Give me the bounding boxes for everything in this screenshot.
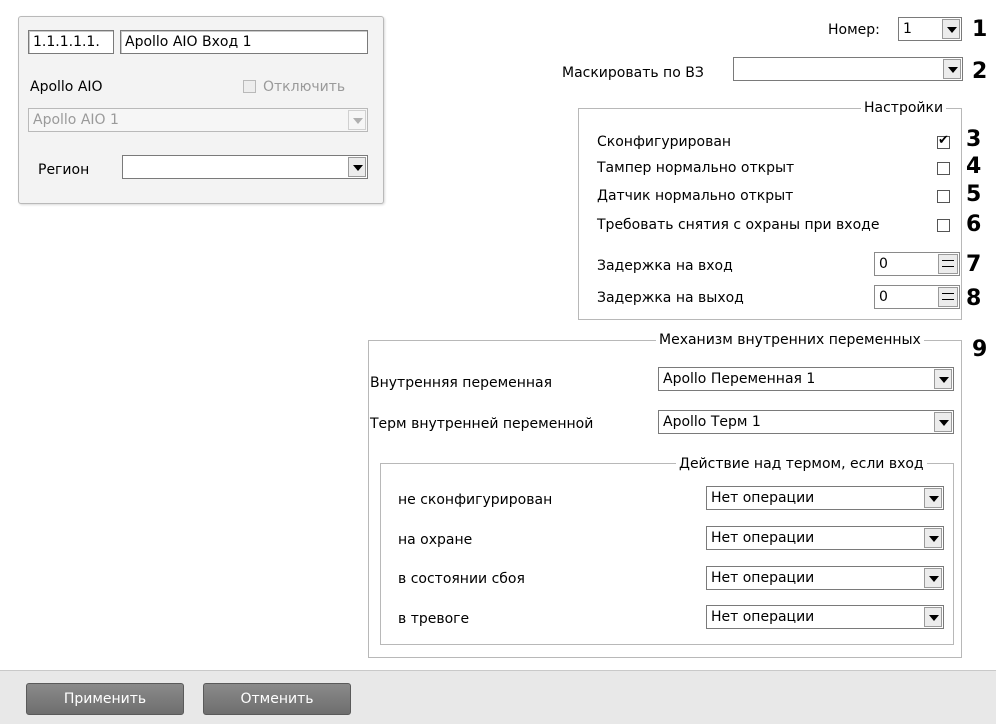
exit-delay-value: 0 bbox=[879, 289, 888, 305]
row-combo-not-configured[interactable]: Нет операции bbox=[706, 486, 944, 510]
variables-title: Механизм внутренних переменных bbox=[656, 331, 924, 349]
variable-combo[interactable]: Apollo Переменная 1 bbox=[658, 367, 954, 391]
parent-label: Apollo AIO bbox=[30, 79, 103, 95]
settings-title: Настройки bbox=[861, 99, 947, 117]
disable-label: Отключить bbox=[263, 79, 346, 95]
row-combo-value: Нет операции bbox=[711, 609, 815, 625]
callout-4: 4 bbox=[966, 154, 982, 179]
callout-8: 8 bbox=[966, 286, 982, 311]
action-title: Действие над термом, если вход bbox=[676, 455, 927, 473]
row-combo-failure[interactable]: Нет операции bbox=[706, 566, 944, 590]
configured-label: Сконфигурирован bbox=[597, 134, 732, 150]
row-combo-armed[interactable]: Нет операции bbox=[706, 526, 944, 550]
variable-label: Внутренняя переменная bbox=[370, 375, 553, 391]
chevron-down-icon[interactable] bbox=[924, 568, 942, 588]
chevron-down-icon[interactable] bbox=[943, 59, 961, 79]
chevron-down-icon[interactable] bbox=[924, 488, 942, 508]
chevron-down-icon[interactable] bbox=[348, 110, 366, 130]
object-name-field[interactable]: Apollo AIO Вход 1 bbox=[120, 30, 368, 54]
object-id-field[interactable]: 1.1.1.1.1. bbox=[28, 30, 114, 54]
cancel-button[interactable]: Отменить bbox=[203, 683, 351, 715]
number-combo[interactable]: 1 bbox=[898, 17, 962, 41]
region-combo[interactable] bbox=[122, 155, 368, 179]
callout-9: 9 bbox=[972, 337, 988, 362]
chevron-down-icon[interactable] bbox=[348, 157, 366, 177]
number-combo-value: 1 bbox=[903, 21, 912, 37]
callout-3: 3 bbox=[966, 127, 982, 152]
chevron-down-icon[interactable] bbox=[924, 528, 942, 548]
entry-delay-spinner[interactable]: 0 bbox=[874, 252, 960, 276]
exit-delay-spinner[interactable]: 0 bbox=[874, 285, 960, 309]
apply-button[interactable]: Применить bbox=[26, 683, 184, 715]
chevron-down-icon[interactable] bbox=[934, 412, 952, 432]
disable-checkbox[interactable] bbox=[243, 80, 256, 93]
term-combo[interactable]: Apollo Терм 1 bbox=[658, 410, 954, 434]
tamper-checkbox[interactable] bbox=[937, 162, 950, 175]
term-label: Терм внутренней переменной bbox=[370, 416, 594, 432]
chevron-down-icon[interactable] bbox=[924, 607, 942, 627]
sensor-label: Датчик нормально открыт bbox=[597, 188, 794, 204]
chevron-down-icon[interactable] bbox=[942, 19, 960, 39]
exit-delay-label: Задержка на выход bbox=[597, 290, 744, 306]
number-label: Номер: bbox=[828, 22, 880, 38]
row-combo-value: Нет операции bbox=[711, 570, 815, 586]
chevron-down-icon[interactable] bbox=[934, 369, 952, 389]
configured-checkbox[interactable] bbox=[937, 133, 950, 149]
spin-buttons-icon[interactable] bbox=[938, 287, 958, 307]
mask-combo[interactable] bbox=[733, 57, 963, 81]
entry-delay-value: 0 bbox=[879, 256, 888, 272]
callout-5: 5 bbox=[966, 182, 982, 207]
term-combo-value: Apollo Терм 1 bbox=[663, 414, 761, 430]
row-label-failure: в состоянии сбоя bbox=[398, 571, 525, 587]
mask-label: Маскировать по ВЗ bbox=[562, 65, 704, 81]
row-combo-alarm[interactable]: Нет операции bbox=[706, 605, 944, 629]
sensor-checkbox[interactable] bbox=[937, 190, 950, 203]
entry-delay-label: Задержка на вход bbox=[597, 258, 733, 274]
row-label-alarm: в тревоге bbox=[398, 611, 470, 627]
row-label-not-configured: не сконфигурирован bbox=[398, 492, 553, 508]
tamper-label: Тампер нормально открыт bbox=[597, 160, 795, 176]
disarm-checkbox[interactable] bbox=[937, 219, 950, 232]
spin-buttons-icon[interactable] bbox=[938, 254, 958, 274]
variable-combo-value: Apollo Переменная 1 bbox=[663, 371, 816, 387]
callout-2: 2 bbox=[972, 59, 988, 84]
callout-6: 6 bbox=[966, 212, 982, 237]
callout-1: 1 bbox=[972, 17, 988, 42]
callout-7: 7 bbox=[966, 252, 982, 277]
row-label-armed: на охране bbox=[398, 532, 473, 548]
disarm-label: Требовать снятия с охраны при входе bbox=[597, 217, 880, 233]
parent-combo-value: Apollo AIO 1 bbox=[33, 112, 119, 128]
row-combo-value: Нет операции bbox=[711, 530, 815, 546]
row-combo-value: Нет операции bbox=[711, 490, 815, 506]
parent-combo[interactable]: Apollo AIO 1 bbox=[28, 108, 368, 132]
region-label: Регион bbox=[38, 162, 90, 178]
